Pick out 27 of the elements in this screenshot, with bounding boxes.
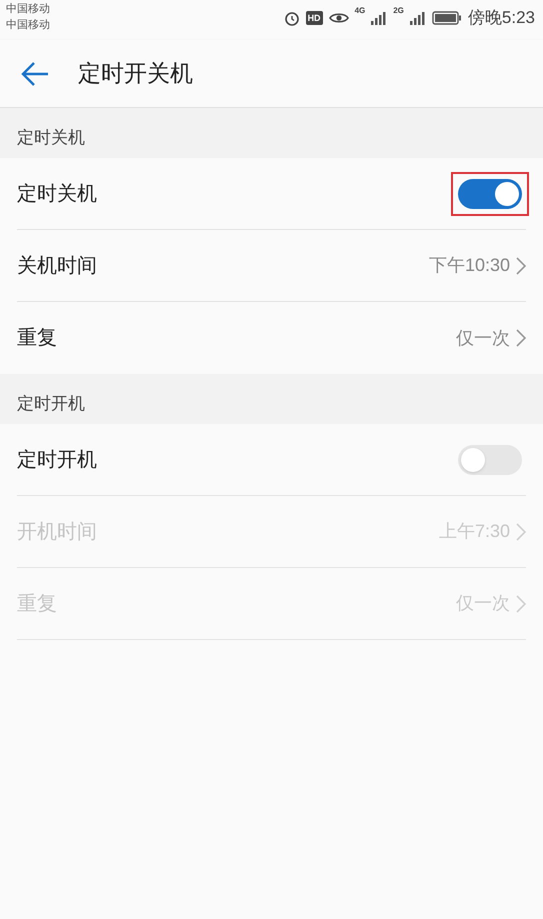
chevron-right-icon (516, 594, 526, 612)
chevron-right-icon (516, 256, 526, 274)
eye-icon (328, 10, 349, 25)
network-label: 2G (393, 5, 404, 17)
setting-label: 重复 (17, 326, 57, 351)
section-header: 定时开机 (17, 392, 85, 414)
battery-icon (432, 10, 462, 25)
setting-label: 关机时间 (17, 254, 97, 278)
chevron-right-icon (516, 329, 526, 347)
page-title: 定时开关机 (78, 59, 193, 88)
alarm-icon (284, 10, 300, 26)
toggle-switch[interactable] (458, 178, 522, 208)
back-arrow-icon (20, 60, 50, 86)
value-selector[interactable]: 下午10:30 (428, 252, 526, 279)
setting-label: 定时开机 (17, 448, 97, 472)
hd-badge: HD (306, 10, 323, 25)
chevron-right-icon (516, 522, 526, 540)
clock-label: 傍晚5:23 (468, 7, 535, 29)
setting-label: 定时关机 (17, 182, 97, 206)
network-label: 4G (354, 5, 366, 17)
signal-icon (410, 10, 426, 25)
signal-icon (371, 10, 388, 25)
value-selector[interactable]: 仅一次 (456, 324, 526, 352)
section-header: 定时关机 (17, 126, 85, 148)
carrier-label: 中国移动 (6, 18, 50, 33)
toggle-switch[interactable] (458, 444, 522, 474)
carrier-label: 中国移动 (6, 2, 50, 17)
